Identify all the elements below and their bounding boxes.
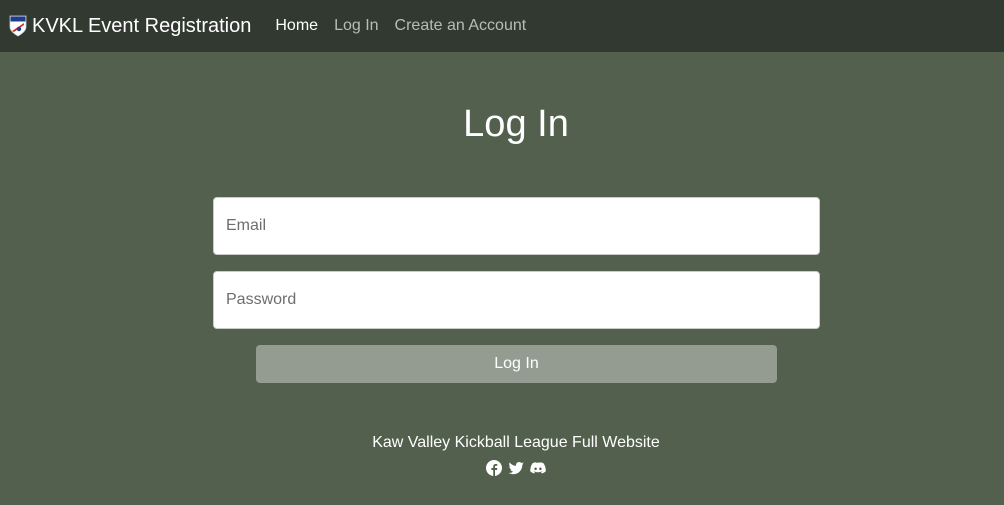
password-field[interactable]	[213, 271, 820, 329]
twitter-icon[interactable]	[508, 460, 524, 476]
page-title: Log In	[463, 103, 569, 145]
kvkl-shield-logo-icon	[9, 15, 27, 37]
nav-link-create-account[interactable]: Create an Account	[395, 18, 527, 34]
brand-title: KVKL Event Registration	[32, 15, 252, 37]
discord-icon[interactable]	[530, 460, 546, 476]
top-navbar: KVKL Event Registration Home Log In Crea…	[0, 0, 1004, 52]
social-links	[486, 460, 546, 476]
facebook-icon[interactable]	[486, 460, 502, 476]
brand-link[interactable]: KVKL Event Registration	[9, 15, 251, 37]
email-field[interactable]	[213, 197, 820, 255]
nav-link-log-in[interactable]: Log In	[334, 18, 378, 34]
nav-links: Home Log In Create an Account	[275, 18, 542, 34]
full-website-link[interactable]: Kaw Valley Kickball League Full Website	[0, 433, 1004, 452]
nav-link-home[interactable]: Home	[275, 18, 318, 34]
log-in-button[interactable]: Log In	[256, 345, 777, 383]
